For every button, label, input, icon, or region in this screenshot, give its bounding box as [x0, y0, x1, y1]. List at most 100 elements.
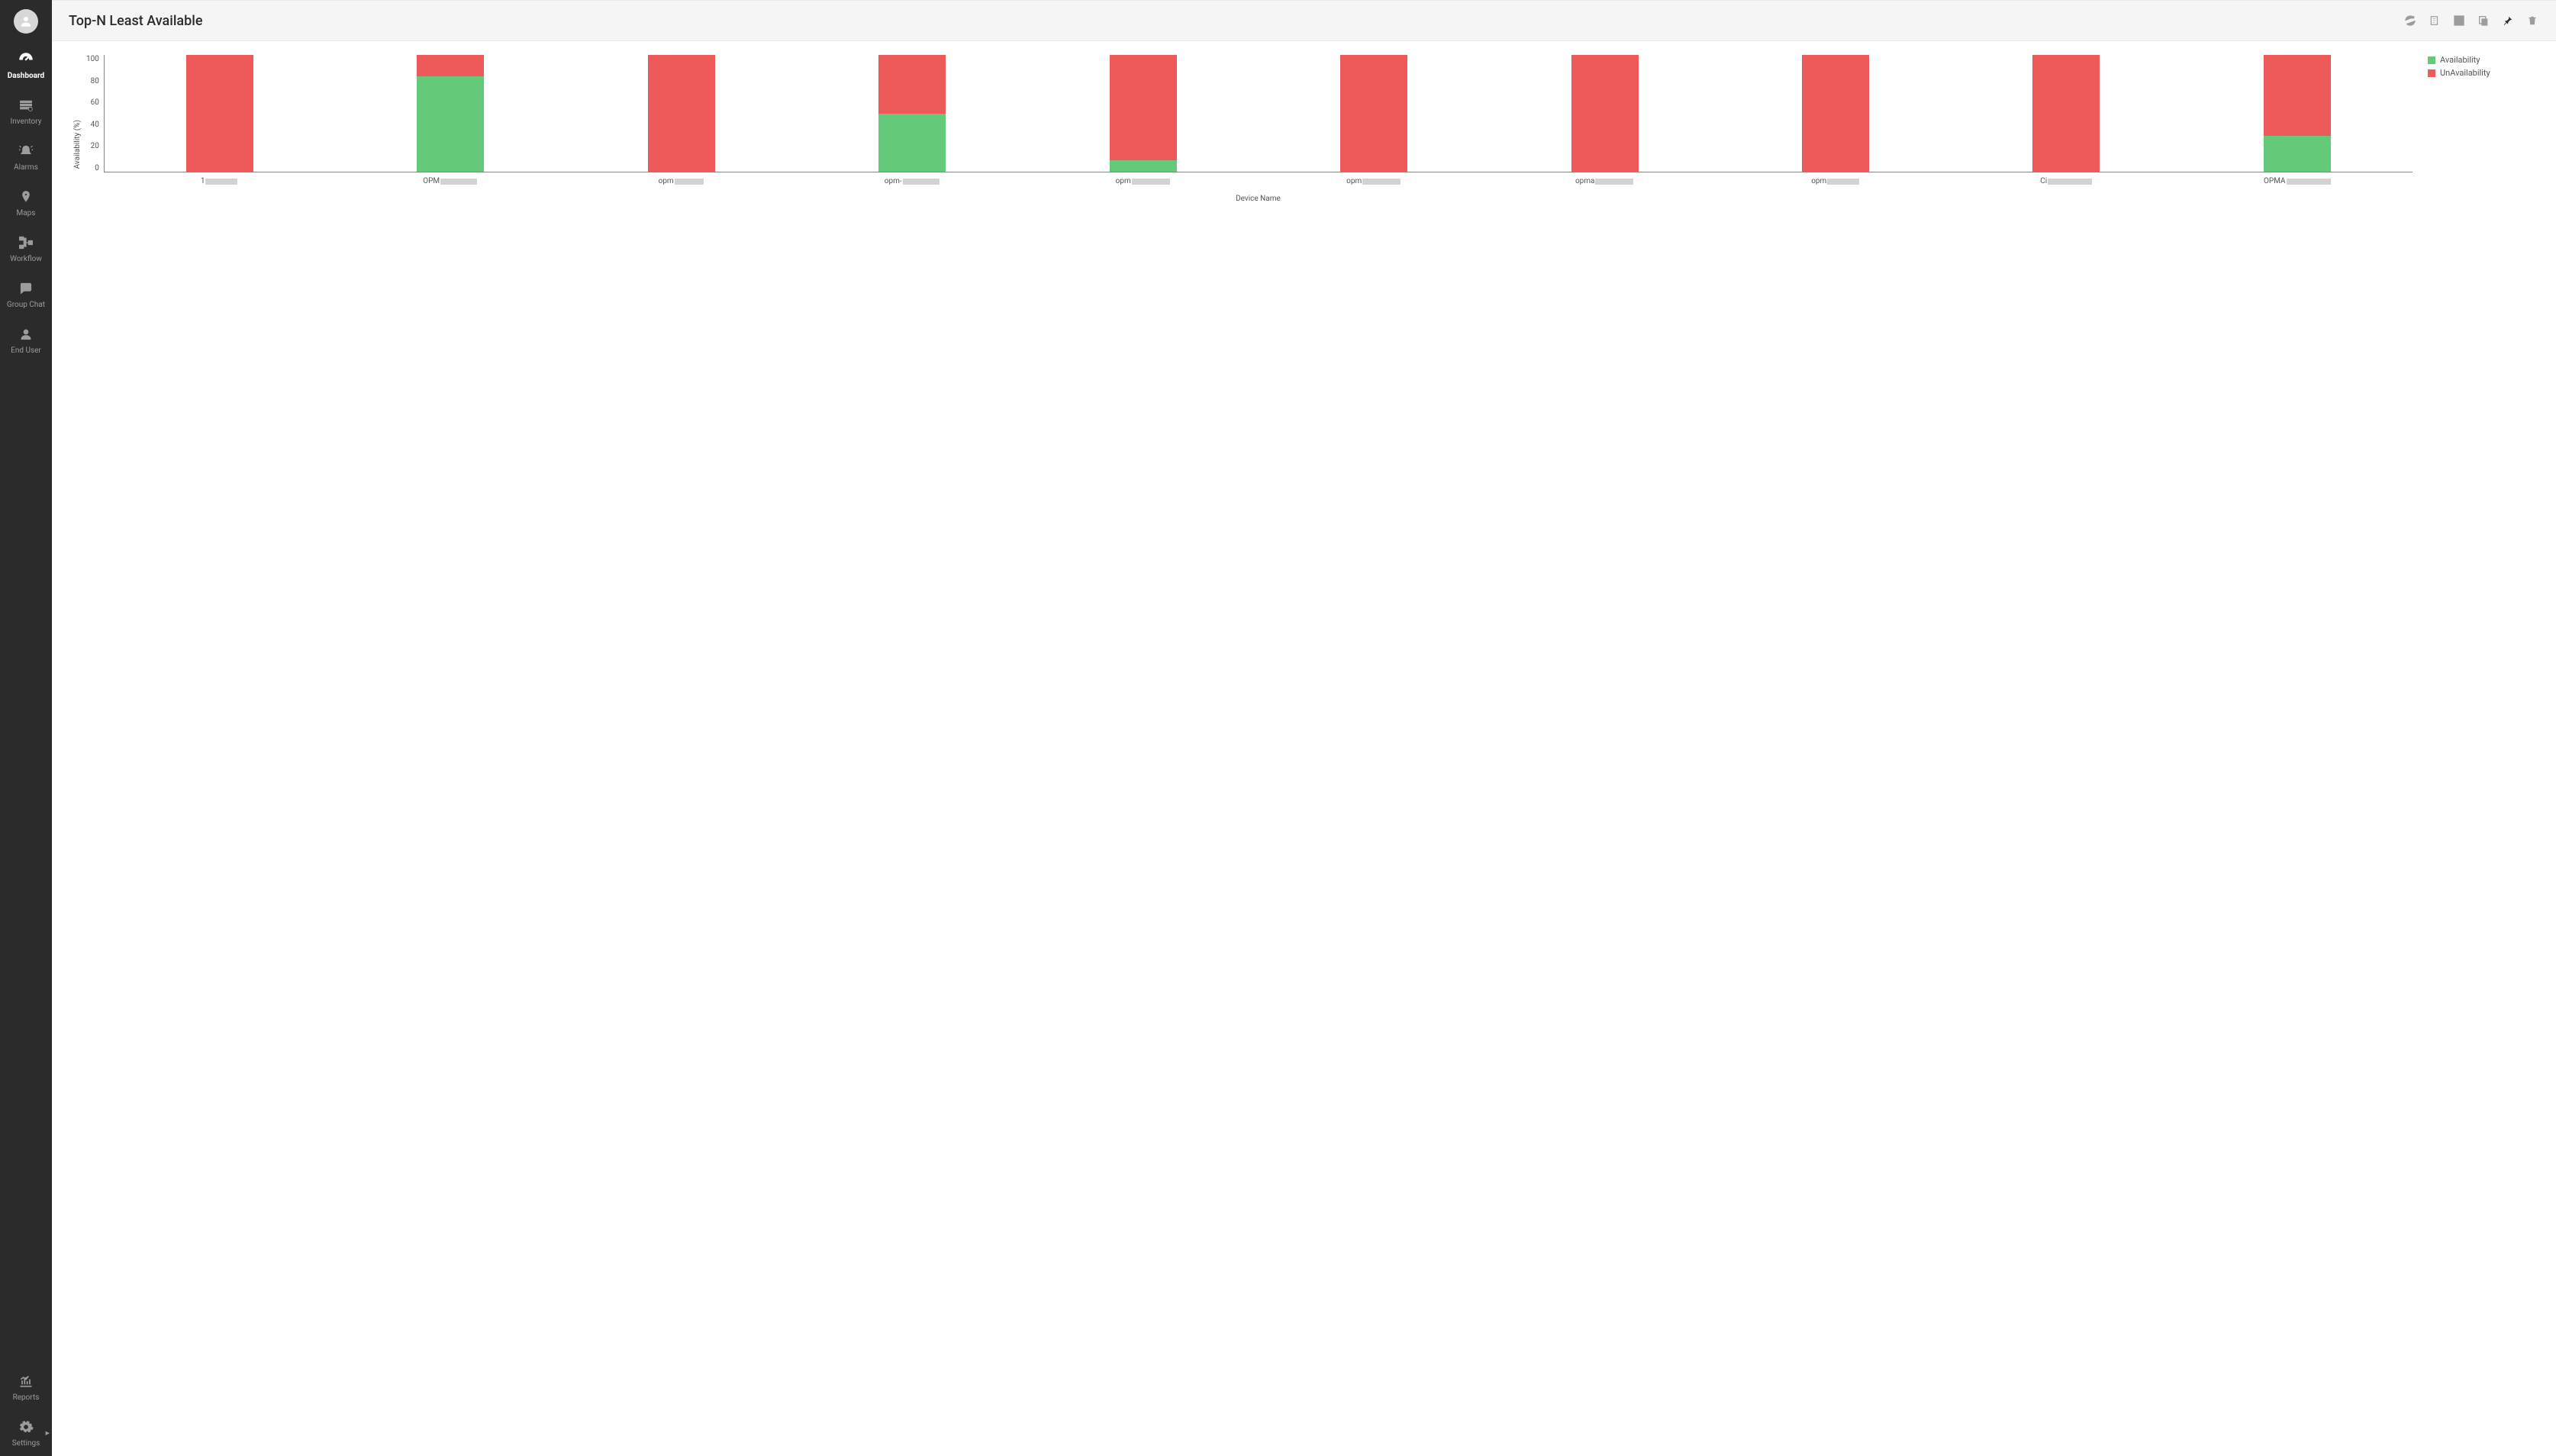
- user-icon: [17, 325, 35, 343]
- x-tick-prefix: OPMA: [2264, 177, 2286, 185]
- bar[interactable]: [2264, 55, 2331, 172]
- x-axis-label: Device Name: [104, 195, 2413, 203]
- chart-bars: [104, 55, 2413, 172]
- chart-legend: Availability UnAvailability: [2413, 55, 2535, 81]
- x-tick: opm: [566, 177, 797, 185]
- x-tick: opma: [1489, 177, 1720, 185]
- sidebar-item-label: Dashboard: [8, 72, 44, 81]
- page-header: Top-N Least Available: [52, 0, 2556, 41]
- bar-segment-unavailability: [2032, 55, 2100, 172]
- bar-segment-unavailability: [186, 55, 253, 172]
- chat-icon: [17, 279, 35, 298]
- redacted-text: [440, 179, 477, 185]
- legend-item-availability: Availability: [2428, 55, 2535, 65]
- user-avatar[interactable]: [14, 9, 38, 34]
- x-tick: opm-: [796, 177, 1027, 185]
- bar[interactable]: [186, 55, 253, 172]
- redacted-text: [1132, 179, 1170, 185]
- page-title: Top-N Least Available: [69, 13, 202, 29]
- sidebar-item-group-chat[interactable]: Group Chat: [0, 272, 52, 317]
- x-tick: opm: [1720, 177, 1951, 185]
- bar[interactable]: [1802, 55, 1869, 172]
- x-tick: opm: [1027, 177, 1259, 185]
- bar[interactable]: [2032, 55, 2100, 172]
- y-tick: 20: [86, 142, 99, 150]
- sidebar-item-reports[interactable]: Reports: [0, 1364, 52, 1410]
- sidebar-item-maps[interactable]: Maps: [0, 180, 52, 226]
- legend-swatch-icon: [2428, 69, 2435, 77]
- bar-segment-availability: [878, 114, 946, 172]
- inventory-icon: [17, 96, 35, 114]
- sidebar-item-settings[interactable]: Settings ▶: [0, 1410, 52, 1456]
- bar-slot: [1028, 55, 1259, 172]
- bar[interactable]: [1110, 55, 1177, 172]
- x-tick-prefix: opma: [1575, 177, 1595, 185]
- copy-button[interactable]: [2477, 14, 2490, 27]
- legend-swatch-icon: [2428, 56, 2435, 64]
- bar-segment-unavailability: [1571, 55, 1639, 172]
- y-tick: 0: [86, 164, 99, 172]
- x-tick: opm: [1258, 177, 1489, 185]
- chevron-right-icon: ▶: [46, 1430, 50, 1436]
- x-tick-prefix: OPM: [423, 177, 440, 185]
- bar-slot: [1259, 55, 1489, 172]
- y-tick: 100: [86, 55, 99, 63]
- redacted-text: [2048, 179, 2092, 185]
- x-tick-prefix: Ci: [2040, 177, 2047, 185]
- redacted-text: [1827, 179, 1859, 185]
- bar-slot: [105, 55, 335, 172]
- redacted-text: [903, 179, 940, 185]
- edit-button[interactable]: [2452, 14, 2466, 27]
- bar[interactable]: [1571, 55, 1639, 172]
- redacted-text: [675, 179, 704, 185]
- reports-icon: [17, 1372, 35, 1390]
- y-axis-label: Availability (%): [73, 89, 82, 169]
- bar[interactable]: [417, 55, 484, 172]
- pin-button[interactable]: [2501, 14, 2515, 27]
- sidebar-item-label: Group Chat: [7, 301, 45, 310]
- bar-slot: [566, 55, 797, 172]
- export-button[interactable]: [2428, 14, 2442, 27]
- bar[interactable]: [648, 55, 715, 172]
- sidebar-item-end-user[interactable]: End User: [0, 317, 52, 363]
- sidebar-item-label: Settings: [12, 1439, 40, 1448]
- sidebar-item-inventory[interactable]: Inventory: [0, 89, 52, 134]
- sidebar-item-alarms[interactable]: Alarms: [0, 134, 52, 180]
- redacted-text: [1595, 179, 1633, 185]
- legend-label: Availability: [2440, 55, 2480, 65]
- bar-slot: [797, 55, 1027, 172]
- bar-segment-unavailability: [648, 55, 715, 172]
- redacted-text: [205, 179, 237, 185]
- delete-button[interactable]: [2525, 14, 2539, 27]
- redacted-text: [1362, 179, 1400, 185]
- maps-icon: [17, 188, 35, 206]
- x-tick-prefix: opm: [1346, 177, 1362, 185]
- legend-label: UnAvailability: [2440, 68, 2490, 78]
- chart-panel: Availability (%) 100806040200 1OPMopmopm…: [52, 41, 2556, 1456]
- sidebar-item-dashboard[interactable]: Dashboard: [0, 43, 52, 89]
- sidebar-item-label: Maps: [17, 209, 36, 218]
- y-tick: 80: [86, 77, 99, 85]
- bar-slot: [1951, 55, 2181, 172]
- sidebar-item-workflow[interactable]: Workflow: [0, 226, 52, 272]
- bar-segment-unavailability: [878, 55, 946, 114]
- bar[interactable]: [1340, 55, 1407, 172]
- bar-slot: [1489, 55, 1720, 172]
- x-tick: OPM: [334, 177, 566, 185]
- dashboard-icon: [17, 50, 35, 69]
- x-tick: OPMA: [2182, 177, 2413, 185]
- x-tick: 1: [104, 177, 335, 185]
- x-tick-prefix: 1: [201, 177, 205, 185]
- alarms-icon: [17, 142, 35, 160]
- bar-segment-unavailability: [1340, 55, 1407, 172]
- bar-segment-unavailability: [1110, 55, 1177, 160]
- bar-segment-availability: [417, 76, 484, 172]
- sidebar-item-label: Reports: [13, 1393, 40, 1403]
- bar-slot: [2182, 55, 2413, 172]
- workflow-icon: [17, 234, 35, 252]
- bar[interactable]: [878, 55, 946, 172]
- bar-slot: [335, 55, 566, 172]
- refresh-button[interactable]: [2403, 14, 2417, 27]
- x-tick-prefix: opm: [659, 177, 674, 185]
- x-tick-prefix: opm: [1116, 177, 1131, 185]
